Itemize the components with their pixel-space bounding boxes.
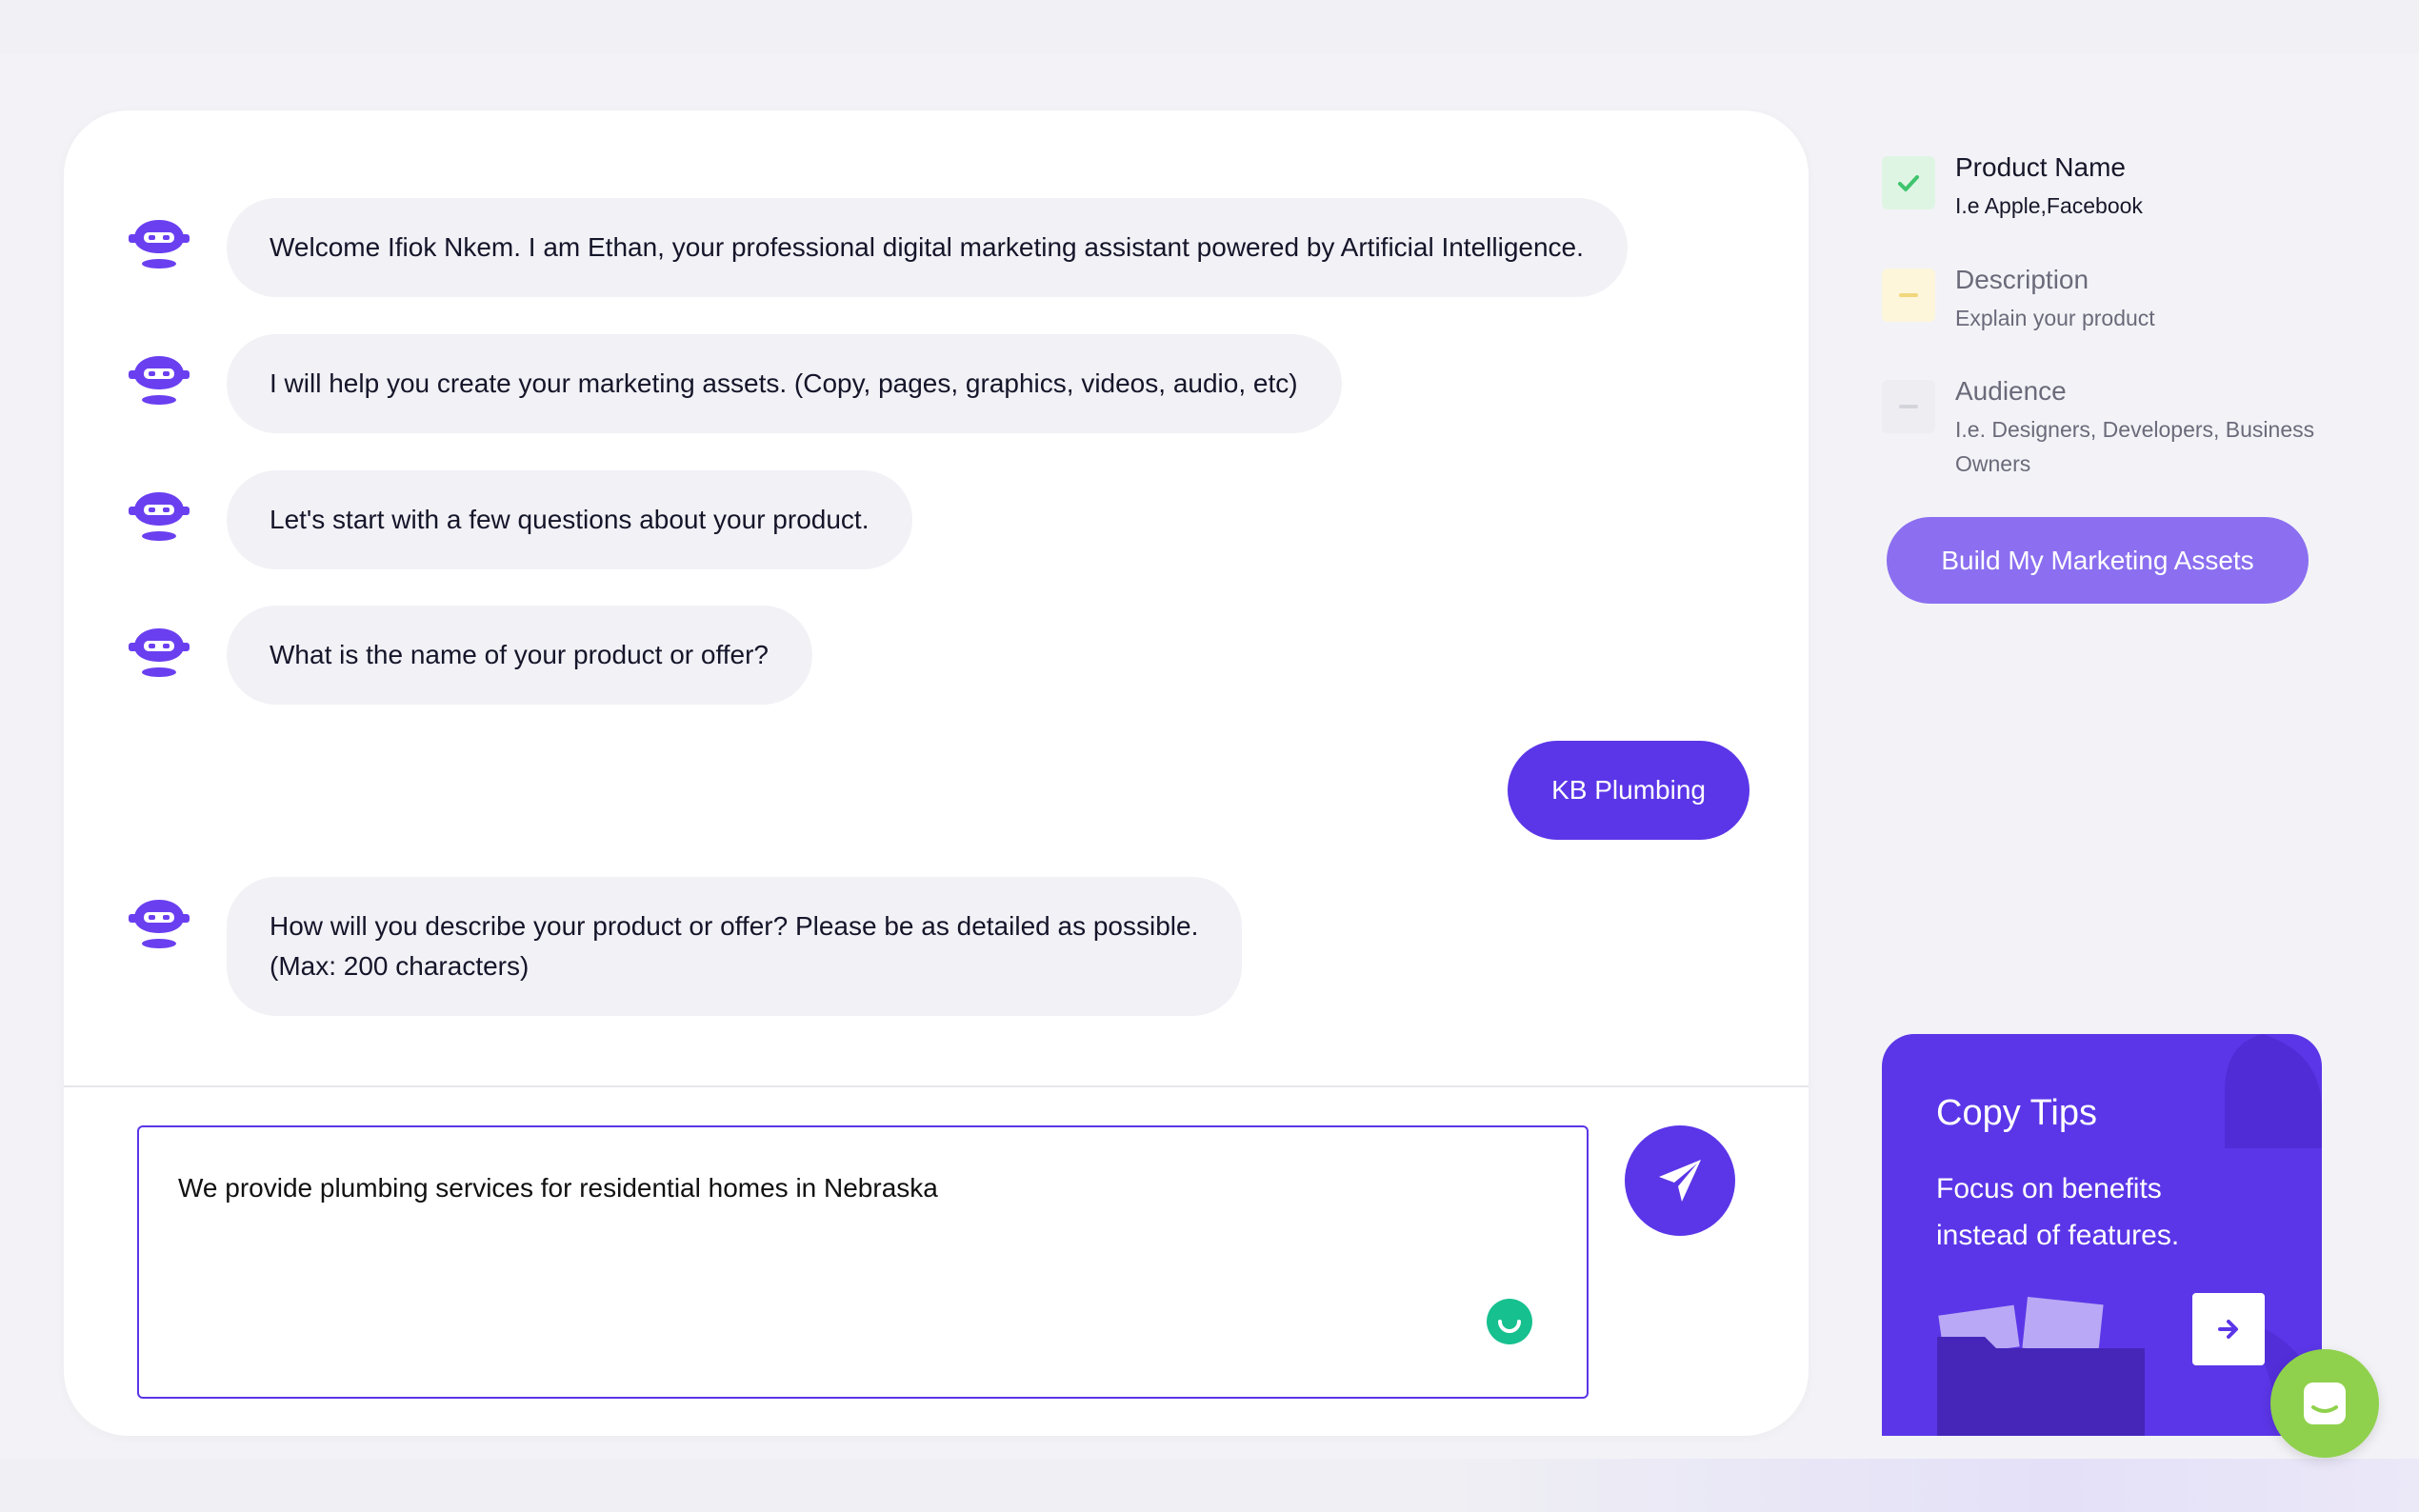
- bot-avatar-icon: [129, 897, 190, 950]
- tips-text: Focus on benefits instead of features.: [1936, 1173, 2180, 1251]
- grammarly-icon[interactable]: [1487, 1299, 1532, 1344]
- send-button[interactable]: [1625, 1125, 1735, 1236]
- send-icon: [1659, 1160, 1701, 1202]
- step-subtitle: I.e Apple,Facebook: [1955, 193, 2143, 218]
- pending-icon: [1882, 380, 1935, 433]
- copy-tips-card: Copy Tips Focus on benefits instead of f…: [1882, 1034, 2322, 1436]
- next-tip-button[interactable]: [2192, 1293, 2265, 1365]
- step-title: Description: [1955, 265, 2089, 294]
- bot-message: I will help you create your marketing as…: [227, 334, 1342, 433]
- divider: [64, 1085, 1809, 1087]
- bot-message: Let's start with a few questions about y…: [227, 470, 913, 569]
- in-progress-icon: [1882, 269, 1935, 322]
- step-title: Audience: [1955, 376, 2067, 406]
- step-subtitle: I.e. Designers, Developers, Business Own…: [1955, 417, 2315, 476]
- bot-avatar-icon: [129, 217, 190, 270]
- check-icon: [1882, 156, 1935, 209]
- bot-message: How will you describe your product or of…: [227, 877, 1243, 1016]
- bot-avatar-icon: [129, 353, 190, 407]
- bot-message-line: How will you describe your product or of…: [270, 911, 1199, 941]
- bottom-band: [0, 1459, 2419, 1512]
- chat-launcher-button[interactable]: [2270, 1349, 2379, 1458]
- user-message: KB Plumbing: [1508, 741, 1749, 840]
- top-bar: [0, 0, 2419, 53]
- arrow-right-icon: [2218, 1320, 2238, 1339]
- bot-avatar-icon: [129, 626, 190, 679]
- step-title: Product Name: [1955, 152, 2126, 182]
- message-input-box[interactable]: [137, 1125, 1589, 1399]
- tips-title: Copy Tips: [1936, 1093, 2097, 1133]
- step-subtitle: Explain your product: [1955, 306, 2155, 330]
- chat-panel: Welcome Ifiok Nkem. I am Ethan, your pro…: [64, 110, 1809, 1436]
- bot-avatar-icon: [129, 489, 190, 543]
- bot-message: Welcome Ifiok Nkem. I am Ethan, your pro…: [227, 198, 1628, 297]
- chat-icon: [2304, 1383, 2346, 1424]
- bot-message-line: (Max: 200 characters): [270, 951, 530, 981]
- build-marketing-assets-button[interactable]: Build My Marketing Assets: [1887, 517, 2309, 604]
- message-input[interactable]: [178, 1169, 1549, 1341]
- bot-message: What is the name of your product or offe…: [227, 606, 812, 705]
